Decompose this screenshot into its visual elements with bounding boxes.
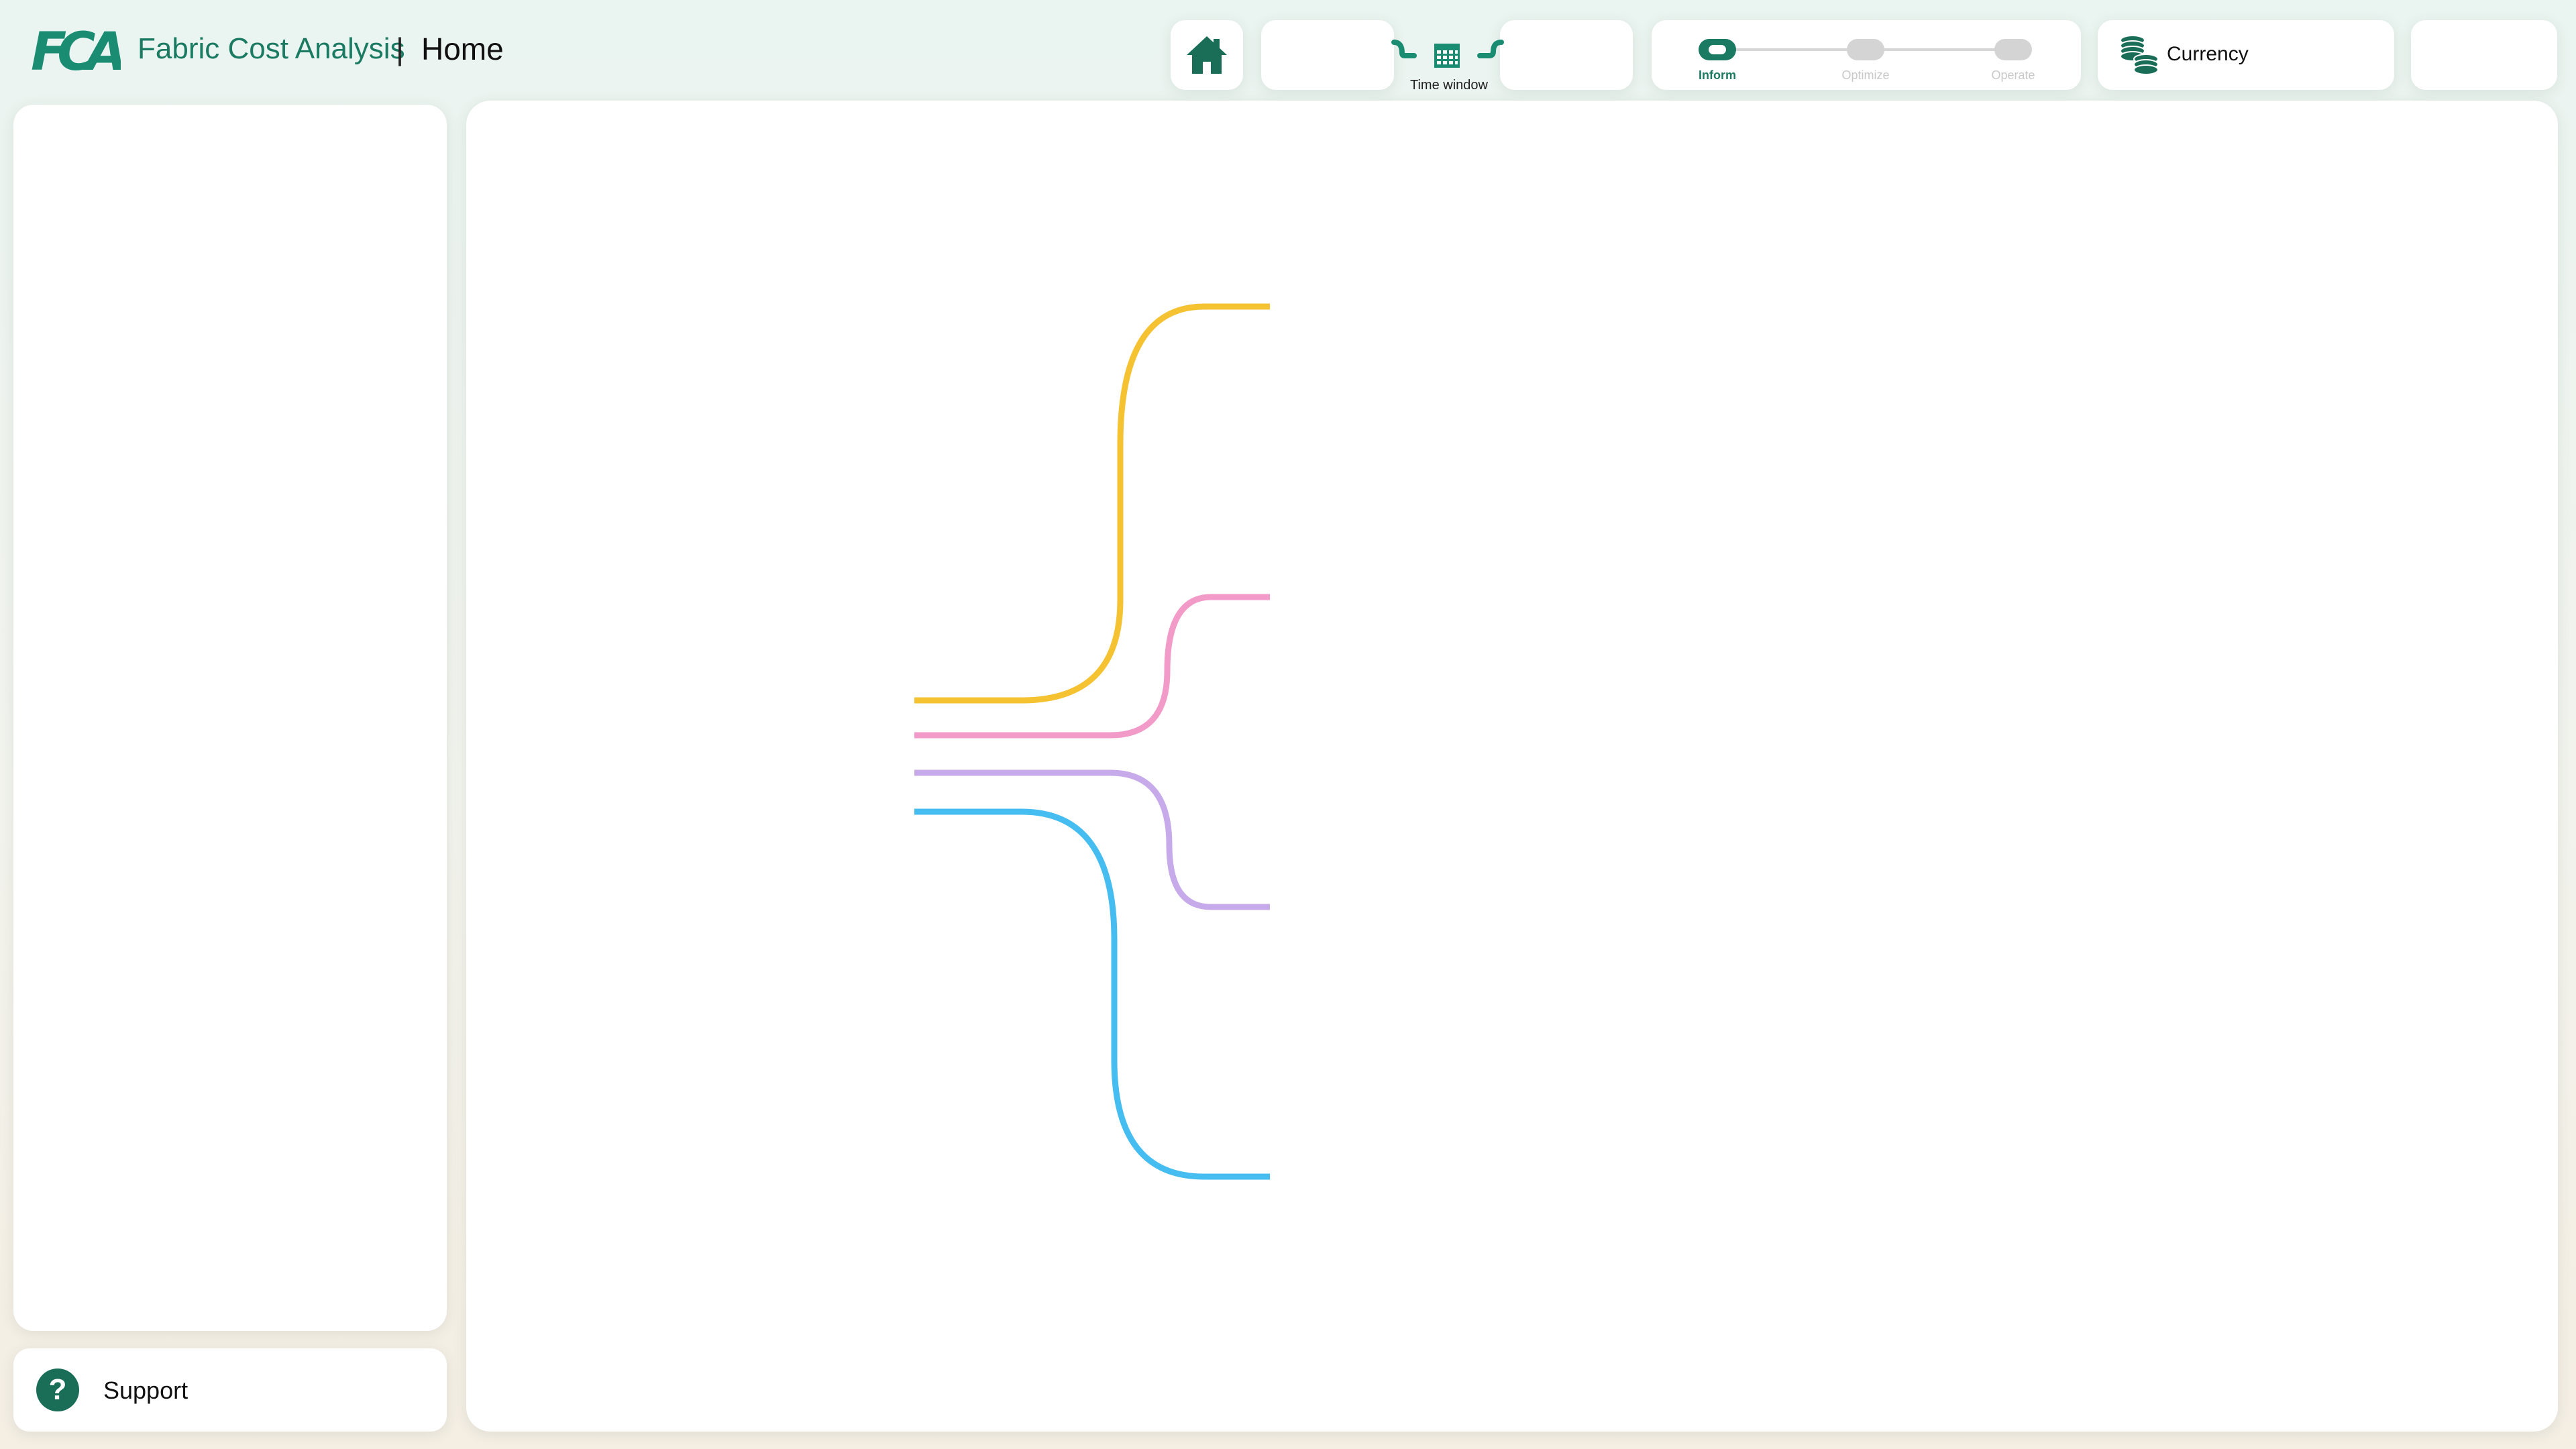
phase-node-inform[interactable]: [1699, 39, 1736, 60]
time-window-label: Time window: [1410, 78, 1488, 93]
phase-node-operate[interactable]: [1994, 39, 2032, 60]
phase-selector: Inform Optimize Operate: [1652, 20, 2081, 90]
home-button[interactable]: [1171, 20, 1243, 90]
calendar-icon: [1434, 44, 1460, 68]
tree-branch-1: [914, 303, 1270, 704]
currency-selector[interactable]: Currency: [2098, 20, 2394, 90]
app-title: Fabric Cost Analysis: [138, 32, 405, 65]
phase-node-optimize[interactable]: [1847, 39, 1884, 60]
tree-branch-4: [914, 808, 1270, 1180]
support-button[interactable]: ? Support: [13, 1348, 447, 1432]
support-label: Support: [103, 1377, 189, 1404]
page-title: Home: [421, 32, 504, 66]
sidebar-panel: [13, 105, 447, 1331]
main-panel: [466, 101, 2558, 1432]
home-icon: [1187, 36, 1227, 74]
title-separator: |: [396, 32, 404, 66]
phase-label-operate[interactable]: Operate: [1973, 68, 2053, 83]
coins-icon: [2120, 35, 2159, 75]
logo-text: FCA: [31, 22, 121, 80]
time-window-slider[interactable]: [1387, 37, 1508, 77]
date-end-picker[interactable]: [1500, 20, 1633, 90]
tree-branch-2: [914, 594, 1270, 739]
phase-label-optimize[interactable]: Optimize: [1825, 68, 1906, 83]
date-start-picker[interactable]: [1261, 20, 1394, 90]
decomposition-tree: [914, 303, 1270, 1180]
app-logo: FCA: [31, 22, 121, 80]
header-action-card[interactable]: [2411, 20, 2557, 90]
question-icon: ?: [36, 1368, 79, 1411]
phase-label-inform[interactable]: Inform: [1677, 68, 1758, 83]
currency-label: Currency: [2167, 43, 2249, 65]
